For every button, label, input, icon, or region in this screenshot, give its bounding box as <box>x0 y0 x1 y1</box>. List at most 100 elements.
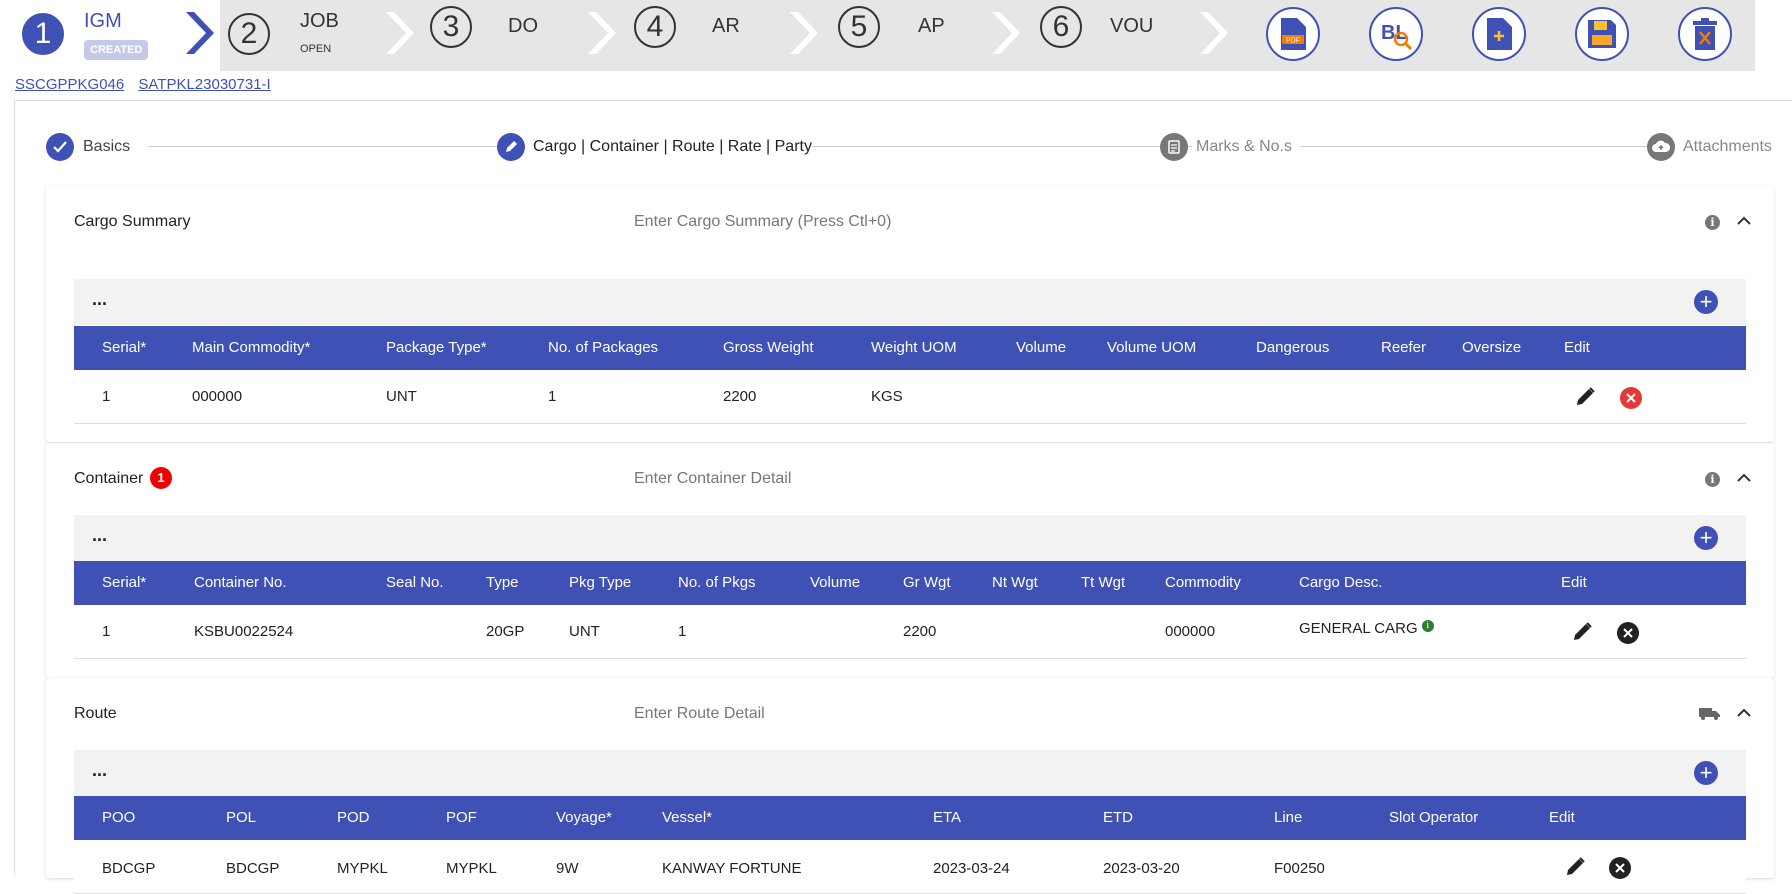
route-section: Route Enter Route Detail ... + POO POL P… <box>46 678 1774 894</box>
col-header[interactable]: Slot Operator <box>1389 809 1478 826</box>
col-header[interactable]: No. of Pkgs <box>678 574 756 591</box>
delete-button[interactable] <box>1678 7 1732 61</box>
add-icon[interactable]: + <box>1694 526 1718 550</box>
col-header[interactable]: POD <box>337 809 370 826</box>
stepper-attachments[interactable]: Attachments <box>1683 138 1772 156</box>
step-pending-badge[interactable] <box>1647 133 1675 161</box>
col-header[interactable]: Gross Weight <box>723 339 814 356</box>
step-done-badge[interactable] <box>46 133 74 161</box>
section-hint[interactable]: Enter Route Detail <box>634 705 765 723</box>
remove-icon[interactable] <box>1609 857 1631 879</box>
col-header[interactable]: Serial* <box>102 339 146 356</box>
col-header[interactable]: POF <box>446 809 477 826</box>
igm-ref-link[interactable]: SATPKL23030731-I <box>138 76 270 93</box>
col-header[interactable]: Line <box>1274 809 1302 826</box>
stepper-cargo[interactable]: Cargo | Container | Route | Rate | Party <box>533 138 812 156</box>
step-do[interactable]: 3 DO <box>430 0 580 71</box>
col-header[interactable]: Tt Wgt <box>1081 574 1125 591</box>
col-header[interactable]: Nt Wgt <box>992 574 1038 591</box>
table-row[interactable]: 1 000000 UNT 1 2200 KGS <box>74 370 1746 424</box>
col-header[interactable]: Container No. <box>194 574 287 591</box>
col-header[interactable]: Seal No. <box>386 574 444 591</box>
col-header[interactable]: Serial* <box>102 574 146 591</box>
col-header[interactable]: Volume UOM <box>1107 339 1196 356</box>
chevron-right-icon <box>386 12 414 54</box>
col-header[interactable]: Edit <box>1549 809 1575 826</box>
col-header[interactable]: ETD <box>1103 809 1133 826</box>
stepper-marks[interactable]: Marks & No.s <box>1196 138 1292 156</box>
status-badge: CREATED <box>84 40 149 60</box>
section-hint[interactable]: Enter Cargo Summary (Press Ctl+0) <box>634 213 891 231</box>
step-ar[interactable]: 4 AR <box>634 0 784 71</box>
col-header[interactable]: Cargo Desc. <box>1299 574 1382 591</box>
step-number: 6 <box>1040 6 1082 48</box>
more-menu[interactable]: ... <box>92 760 107 781</box>
col-header[interactable]: Gr Wgt <box>903 574 951 591</box>
cell-pol: BDCGP <box>226 860 280 877</box>
pdf-button[interactable]: PDF <box>1266 7 1320 61</box>
col-header[interactable]: No. of Packages <box>548 339 658 356</box>
section-title: Route <box>74 705 117 722</box>
table-row[interactable]: BDCGP BDCGP MYPKL MYPKL 9W KANWAY FORTUN… <box>74 840 1746 894</box>
col-header[interactable]: Volume <box>810 574 860 591</box>
step-igm[interactable]: 1 IGM CREATED <box>18 0 198 71</box>
info-icon[interactable]: i <box>1705 472 1720 487</box>
edit-icon[interactable] <box>1574 386 1596 408</box>
col-header[interactable]: Main Commodity* <box>192 339 310 356</box>
col-header[interactable]: Type <box>486 574 519 591</box>
chevron-up-icon[interactable] <box>1736 705 1752 721</box>
step-label: VOU <box>1110 15 1154 37</box>
step-pending-badge[interactable] <box>1160 133 1188 161</box>
col-header[interactable]: Edit <box>1564 339 1590 356</box>
col-header[interactable]: Oversize <box>1462 339 1521 356</box>
step-job[interactable]: 2 JOB OPEN <box>226 0 376 71</box>
col-header[interactable]: Commodity <box>1165 574 1241 591</box>
bl-search-button[interactable]: BL <box>1369 7 1423 61</box>
table-row[interactable]: 1 KSBU0022524 20GP UNT 1 2200 000000 GEN… <box>74 605 1746 659</box>
workflow-bar: 1 IGM CREATED 2 JOB OPEN 3 DO 4 AR 5 AP … <box>0 0 1755 71</box>
step-vou[interactable]: 6 VOU <box>1040 0 1190 71</box>
col-header[interactable]: Voyage* <box>556 809 612 826</box>
bl-search-icon: BL <box>1381 22 1413 51</box>
stepper-connector <box>812 146 1192 147</box>
step-ap[interactable]: 5 AP <box>838 0 988 71</box>
truck-icon[interactable] <box>1699 705 1721 721</box>
cell-commodity: 000000 <box>192 388 243 405</box>
col-header[interactable]: Reefer <box>1381 339 1426 356</box>
col-header[interactable]: Edit <box>1561 574 1587 591</box>
col-header[interactable]: Weight UOM <box>871 339 957 356</box>
save-button[interactable] <box>1575 7 1629 61</box>
col-header[interactable]: Vessel* <box>662 809 712 826</box>
col-header[interactable]: Pkg Type <box>569 574 631 591</box>
add-icon[interactable]: + <box>1694 761 1718 785</box>
step-number: 5 <box>838 6 880 48</box>
col-header[interactable]: ETA <box>933 809 961 826</box>
more-menu[interactable]: ... <box>92 289 107 310</box>
stepper-basics[interactable]: Basics <box>83 138 130 156</box>
edit-icon[interactable] <box>1571 621 1593 643</box>
col-header[interactable]: POO <box>102 809 135 826</box>
section-hint[interactable]: Enter Container Detail <box>634 470 791 488</box>
col-header[interactable]: Package Type* <box>386 339 487 356</box>
add-icon[interactable]: + <box>1694 290 1718 314</box>
job-ref-link[interactable]: SSCGPPKG046 <box>15 76 124 93</box>
cell-commodity: 000000 <box>1165 623 1216 640</box>
add-document-button[interactable] <box>1472 7 1526 61</box>
col-header[interactable]: Volume <box>1016 339 1066 356</box>
section-title: Container <box>74 470 144 487</box>
table-header: Serial* Container No. Seal No. Type Pkg … <box>74 561 1746 605</box>
col-header[interactable]: Dangerous <box>1256 339 1329 356</box>
col-header[interactable]: POL <box>226 809 256 826</box>
step-active-badge[interactable] <box>497 133 525 161</box>
pencil-icon <box>506 141 517 152</box>
info-icon[interactable]: i <box>1421 620 1434 632</box>
cell-gr-wgt: 2200 <box>903 623 937 640</box>
remove-icon[interactable] <box>1620 387 1642 409</box>
remove-icon[interactable] <box>1617 622 1639 644</box>
reference-links: SSCGPPKG046 SATPKL23030731-I <box>15 76 281 93</box>
chevron-up-icon[interactable] <box>1736 213 1752 229</box>
more-menu[interactable]: ... <box>92 525 107 546</box>
form-stepper: Basics Cargo | Container | Route | Rate … <box>46 130 1776 161</box>
info-icon[interactable]: i <box>1705 215 1720 230</box>
chevron-up-icon[interactable] <box>1736 470 1752 486</box>
